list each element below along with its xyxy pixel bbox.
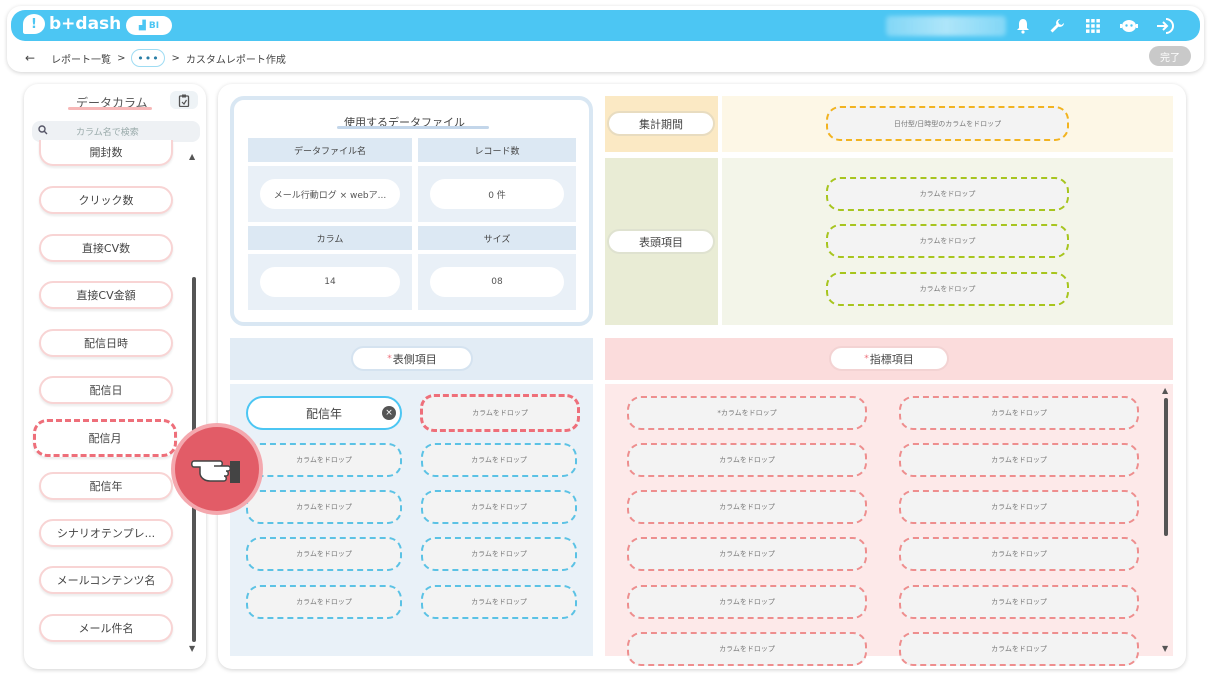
metric-drop-slot[interactable]: カラムをドロップ — [899, 490, 1139, 524]
header-drop-slot[interactable]: カラムをドロップ — [826, 224, 1069, 258]
logo-text: b+dash — [49, 14, 122, 34]
breadcrumb-report-list[interactable]: レポート一覧 — [51, 51, 111, 66]
breadcrumb: ← レポート一覧 > ••• > カスタムレポート作成 — [25, 49, 286, 67]
metric-drop-slot[interactable]: カラムをドロップ — [899, 632, 1139, 666]
side-drop-slot[interactable]: カラムをドロップ — [421, 490, 577, 524]
record-count-header: レコード数 — [418, 138, 576, 162]
search-icon — [38, 125, 48, 138]
breadcrumb-current: カスタムレポート作成 — [185, 54, 286, 66]
side-drop-slot-target[interactable]: カラムをドロップ — [420, 394, 580, 432]
breadcrumb-separator: > — [117, 52, 126, 64]
breadcrumb-separator: > — [171, 52, 180, 64]
size-value: 08 — [430, 267, 564, 297]
scroll-up-icon[interactable]: ▲ — [189, 152, 195, 161]
period-drop-slot[interactable]: 日付型/日時型のカラムをドロップ — [826, 106, 1069, 141]
column-count-cell: 14 — [248, 254, 412, 310]
side-item-filled[interactable]: 配信年 × — [246, 396, 402, 430]
drag-pointer-hand-icon — [171, 423, 263, 515]
bi-badge-label: BI — [148, 20, 160, 31]
column-item[interactable]: 配信日時 — [39, 329, 173, 357]
title-underline — [337, 126, 489, 129]
metric-drop-slot[interactable]: *カラムをドロップ — [627, 396, 867, 430]
search-placeholder: カラム名で検索 — [76, 128, 139, 138]
scroll-down-icon[interactable]: ▼ — [189, 644, 195, 653]
support-chat-icon[interactable] — [1119, 16, 1139, 36]
metric-drop-slot[interactable]: カラムをドロップ — [899, 537, 1139, 571]
remove-icon[interactable]: × — [382, 406, 396, 420]
user-name-blurred — [886, 16, 1006, 36]
report-editor: 使用するデータファイル データファイル名 メール行動ログ × webア... レ… — [218, 84, 1186, 669]
metric-drop-slot[interactable]: カラムをドロップ — [627, 632, 867, 666]
side-drop-slot[interactable]: カラムをドロップ — [246, 490, 402, 524]
side-items-label-text: 表側項目 — [392, 352, 437, 366]
scroll-up-icon[interactable]: ▲ — [1162, 386, 1168, 395]
record-count-value: 0 件 — [430, 179, 564, 209]
metric-drop-slot[interactable]: カラムをドロップ — [627, 443, 867, 477]
size-cell: 08 — [418, 254, 576, 310]
side-drop-slot[interactable]: カラムをドロップ — [246, 443, 402, 477]
column-item[interactable]: シナリオテンプレ... — [39, 519, 173, 547]
side-drop-slot[interactable]: カラムをドロップ — [421, 585, 577, 619]
clipboard-icon[interactable] — [170, 91, 198, 109]
column-item[interactable]: 配信日 — [39, 376, 173, 404]
bi-badge[interactable]: ▟ BI — [126, 16, 172, 35]
scroll-down-icon[interactable]: ▼ — [1162, 644, 1168, 653]
metrics-scrollbar[interactable] — [1164, 398, 1168, 536]
side-drop-slot[interactable]: カラムをドロップ — [421, 537, 577, 571]
logo[interactable]: ! b+dash — [23, 14, 121, 34]
chart-icon: ▟ — [138, 20, 146, 31]
column-search-input[interactable]: カラム名で検索 — [32, 121, 200, 142]
size-header: サイズ — [418, 226, 576, 250]
metrics-label-text: 指標項目 — [869, 352, 914, 366]
done-button[interactable]: 完了 — [1149, 46, 1191, 66]
side-item-value: 配信年 — [305, 406, 342, 421]
side-drop-slot[interactable]: カラムをドロップ — [246, 585, 402, 619]
column-item[interactable]: クリック数 — [39, 186, 173, 214]
logout-icon[interactable] — [1155, 16, 1175, 36]
wrench-icon[interactable] — [1047, 16, 1067, 36]
file-name-cell: メール行動ログ × webア... — [248, 166, 412, 222]
back-arrow-icon[interactable]: ← — [25, 51, 35, 65]
metric-drop-slot[interactable]: カラムをドロップ — [899, 396, 1139, 430]
file-name-header: データファイル名 — [248, 138, 412, 162]
data-file-panel: 使用するデータファイル データファイル名 メール行動ログ × webア... レ… — [230, 96, 593, 326]
column-count-value: 14 — [260, 267, 400, 297]
metric-drop-slot[interactable]: カラムをドロップ — [899, 443, 1139, 477]
side-items-label: * 表側項目 — [351, 346, 473, 371]
column-item[interactable]: 配信年 — [39, 472, 173, 500]
column-item[interactable]: 直接CV金額 — [39, 281, 173, 309]
column-item[interactable]: メールコンテンツ名 — [39, 566, 173, 594]
side-drop-slot[interactable]: カラムをドロップ — [246, 537, 402, 571]
column-item[interactable]: 直接CV数 — [39, 234, 173, 262]
header-card: ! b+dash ▟ BI ← レポート一覧 > ••• > カスタムレポート作… — [7, 6, 1204, 72]
breadcrumb-more-button[interactable]: ••• — [131, 49, 166, 67]
header-drop-slot[interactable]: カラムをドロップ — [826, 272, 1069, 306]
required-mark: * — [864, 353, 869, 364]
metric-drop-slot[interactable]: カラムをドロップ — [627, 585, 867, 619]
header-items-label: 表頭項目 — [607, 229, 715, 254]
bell-icon[interactable] — [1013, 16, 1033, 36]
column-item-dragging[interactable]: 配信月 — [33, 419, 177, 457]
file-name-value: メール行動ログ × webア... — [260, 179, 400, 209]
record-count-cell: 0 件 — [418, 166, 576, 222]
column-item[interactable]: 開封数 — [39, 140, 173, 166]
top-bar: ! b+dash ▟ BI — [11, 10, 1200, 41]
apps-grid-icon[interactable] — [1083, 16, 1103, 36]
metric-drop-slot[interactable]: カラムをドロップ — [627, 490, 867, 524]
logo-bubble-icon: ! — [23, 14, 45, 34]
title-underline — [68, 107, 152, 110]
metrics-label: * 指標項目 — [829, 346, 949, 371]
column-count-header: カラム — [248, 226, 412, 250]
side-drop-slot[interactable]: カラムをドロップ — [421, 443, 577, 477]
required-mark: * — [387, 353, 392, 364]
data-column-sidebar: データカラム カラム名で検索 開封数 クリック数 直接CV数 直接CV金額 配信… — [24, 84, 206, 669]
column-item[interactable]: メール件名 — [39, 614, 173, 642]
metric-drop-slot[interactable]: カラムをドロップ — [899, 585, 1139, 619]
header-drop-slot[interactable]: カラムをドロップ — [826, 177, 1069, 211]
metric-drop-slot[interactable]: カラムをドロップ — [627, 537, 867, 571]
period-label: 集計期間 — [607, 111, 715, 136]
